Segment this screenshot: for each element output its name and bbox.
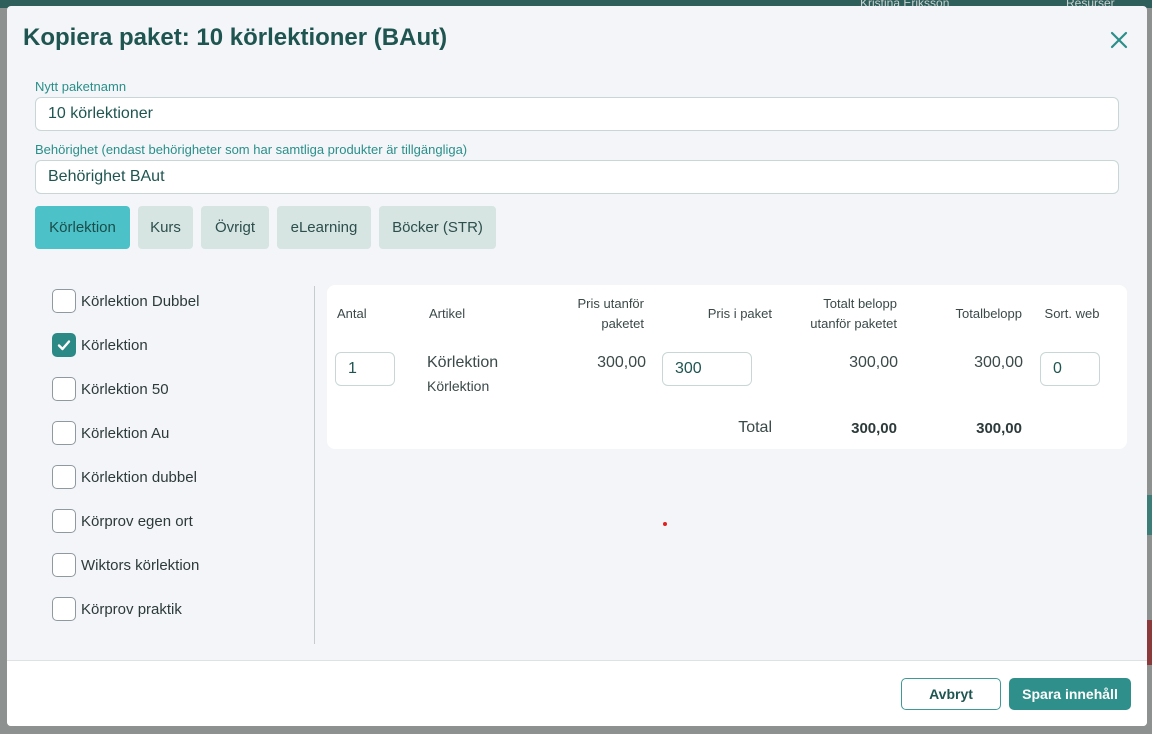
checkbox-unchecked[interactable] <box>52 465 76 489</box>
product-checkbox-row[interactable]: Körlektion 50 <box>52 377 169 401</box>
product-label: Körlektion <box>81 336 148 354</box>
product-label: Körlektion dubbel <box>81 468 197 486</box>
backdrop-strip-teal <box>1147 495 1152 535</box>
header-sort-web: Sort. web <box>1044 306 1100 321</box>
product-checkbox-row[interactable]: Körlektion dubbel <box>52 465 197 489</box>
header-total: Totalbelopp <box>955 306 1023 321</box>
sort-web-input[interactable] <box>1040 352 1100 386</box>
package-contents-table: Antal Artikel Pris utanför paketet Pris … <box>327 285 1127 449</box>
checkbox-unchecked[interactable] <box>52 509 76 533</box>
product-label: Wiktors körlektion <box>81 556 200 574</box>
product-label: Körlektion 50 <box>81 380 169 398</box>
tab-korlektion[interactable]: Körlektion <box>35 206 130 249</box>
article-name: Körlektion <box>427 354 499 371</box>
header-price-outside-line1: Pris utanför <box>577 296 644 311</box>
package-name-label: Nytt paketnamn <box>35 79 127 94</box>
header-price-outside: Pris utanför paketet <box>564 294 644 334</box>
price-outside-value: 300,00 <box>597 354 646 371</box>
product-label: Körprov egen ort <box>81 512 193 530</box>
checkbox-unchecked[interactable] <box>52 553 76 577</box>
price-in-package-input[interactable] <box>662 352 752 386</box>
total-sum: 300,00 <box>976 420 1022 437</box>
dialog-title: Kopiera paket: 10 körlektioner (BAut) <box>23 24 448 51</box>
save-button[interactable]: Spara innehåll <box>1009 678 1131 710</box>
total-outside-sum: 300,00 <box>851 420 897 437</box>
checkmark-icon <box>57 340 71 351</box>
total-outside-value: 300,00 <box>849 354 898 371</box>
backdrop-strip-red <box>1147 620 1152 665</box>
tab-kurs[interactable]: Kurs <box>138 206 193 249</box>
product-label: Körlektion Dubbel <box>81 292 200 310</box>
tab-elearning[interactable]: eLearning <box>277 206 371 249</box>
header-price-outside-line2: paketet <box>601 316 644 331</box>
cursor-dot <box>663 522 667 526</box>
header-article: Artikel <box>429 306 466 321</box>
product-checkbox-row[interactable]: Wiktors körlektion <box>52 553 199 577</box>
header-total-outside: Totalt belopp utanför paketet <box>787 294 897 334</box>
product-checkbox-row[interactable]: Körlektion Au <box>52 421 169 445</box>
cancel-button[interactable]: Avbryt <box>901 678 1001 710</box>
checkbox-unchecked[interactable] <box>52 597 76 621</box>
product-checkbox-row[interactable]: Körlektion <box>52 333 148 357</box>
header-qty: Antal <box>337 306 367 321</box>
checkbox-unchecked[interactable] <box>52 289 76 313</box>
product-label: Körlektion Au <box>81 424 170 442</box>
copy-package-dialog: Kopiera paket: 10 körlektioner (BAut) Ny… <box>7 6 1147 726</box>
total-label: Total <box>738 419 772 436</box>
header-price-in-package: Pris i paket <box>707 306 772 321</box>
article-sub: Körlektion <box>427 378 490 394</box>
checkbox-unchecked[interactable] <box>52 377 76 401</box>
product-checkbox-row[interactable]: Körprov praktik <box>52 597 182 621</box>
header-total-outside-line1: Totalt belopp <box>823 296 897 311</box>
package-name-input[interactable] <box>35 97 1119 131</box>
close-icon[interactable] <box>1107 28 1131 52</box>
permission-label: Behörighet (endast behörigheter som har … <box>35 142 468 157</box>
header-total-outside-line2: utanför paketet <box>810 316 897 331</box>
tab-bocker[interactable]: Böcker (STR) <box>379 206 496 249</box>
total-value: 300,00 <box>974 354 1023 371</box>
permission-input[interactable] <box>35 160 1119 194</box>
tab-ovrigt[interactable]: Övrigt <box>201 206 269 249</box>
checkbox-unchecked[interactable] <box>52 421 76 445</box>
qty-input[interactable] <box>335 352 395 386</box>
checkbox-checked[interactable] <box>52 333 76 357</box>
product-checkbox-row[interactable]: Körlektion Dubbel <box>52 289 199 313</box>
product-label: Körprov praktik <box>81 600 182 618</box>
vertical-divider <box>314 286 315 644</box>
product-checkbox-row[interactable]: Körprov egen ort <box>52 509 193 533</box>
